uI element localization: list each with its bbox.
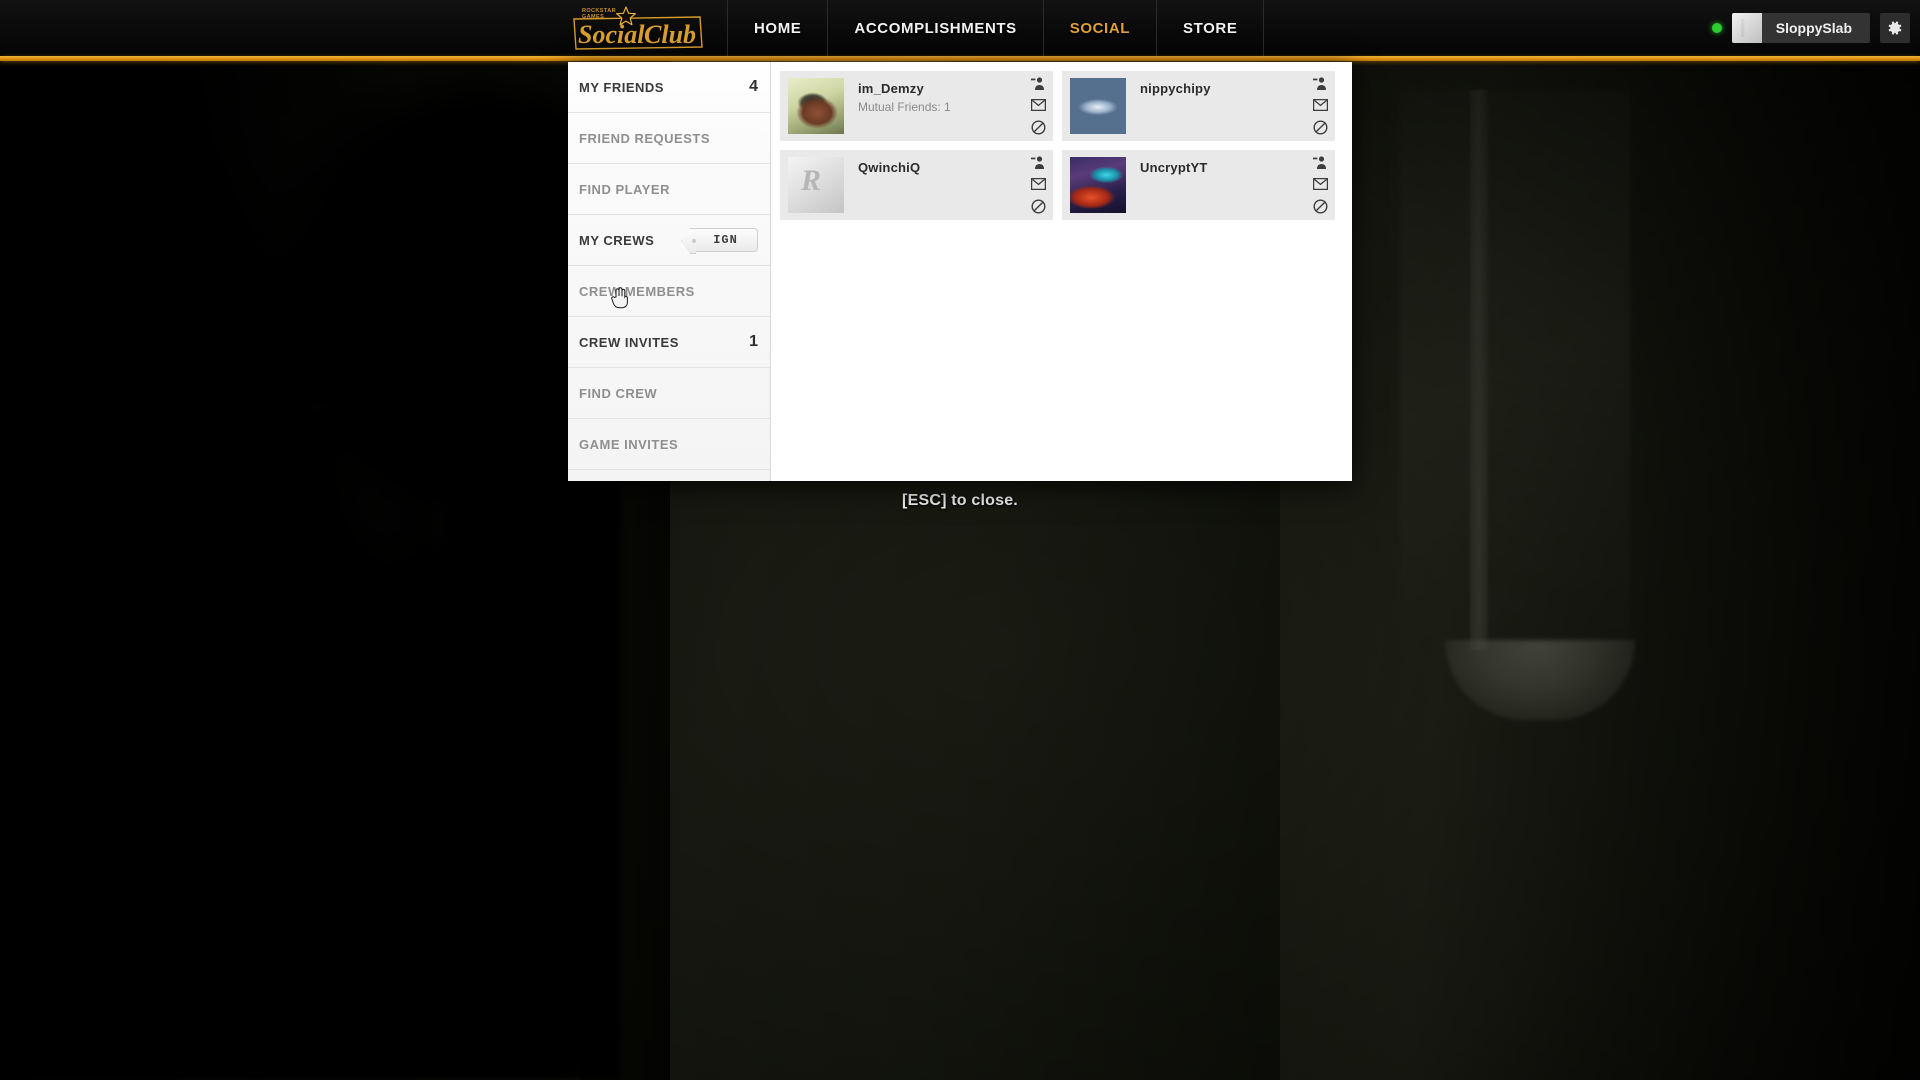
- sidebar-item-count: 1: [749, 333, 758, 350]
- sidebar-item-label: FRIEND REQUESTS: [579, 130, 711, 146]
- friend-card[interactable]: im_Demzy Mutual Friends: 1: [780, 71, 1053, 141]
- sidebar-item-label: MY CREWS: [579, 232, 655, 248]
- friends-list: im_Demzy Mutual Friends: 1 nippychipy R …: [771, 62, 1352, 481]
- message-icon[interactable]: [1311, 176, 1330, 192]
- crew-tag-ign[interactable]: IGN: [690, 228, 758, 252]
- nav-item-accomplishments[interactable]: ACCOMPLISHMENTS: [827, 0, 1042, 56]
- friend-avatar: [788, 78, 844, 134]
- user-area: SloppySlab: [1711, 0, 1910, 56]
- sidebar-item-label: CREW MEMBERS: [579, 283, 695, 299]
- nav-item-social[interactable]: SOCIAL: [1042, 0, 1156, 56]
- friend-avatar: [1070, 157, 1126, 213]
- settings-button[interactable]: [1880, 13, 1910, 43]
- message-icon[interactable]: [1029, 176, 1048, 192]
- friend-actions: [1305, 71, 1335, 141]
- message-icon[interactable]: [1311, 97, 1330, 113]
- online-status-dot: [1711, 23, 1722, 33]
- esc-to-close-hint: [ESC] to close.: [902, 492, 1018, 509]
- remove-friend-icon[interactable]: [1029, 75, 1048, 91]
- friend-actions: [1023, 150, 1053, 220]
- block-icon[interactable]: [1029, 198, 1048, 214]
- friend-card[interactable]: nippychipy: [1062, 71, 1335, 141]
- friend-avatar: [788, 157, 844, 213]
- friend-avatar: [1070, 78, 1126, 134]
- friend-actions: [1023, 71, 1053, 141]
- sidebar-item-find-player[interactable]: FIND PLAYER: [568, 164, 770, 215]
- nav-label: STORE: [1183, 19, 1238, 37]
- header-accent-line: [0, 56, 1920, 61]
- remove-friend-icon[interactable]: [1311, 75, 1330, 91]
- username-label: SloppySlab: [1775, 20, 1852, 36]
- sidebar-item-friend-requests[interactable]: FRIEND REQUESTS: [568, 113, 770, 164]
- nav-item-home[interactable]: HOME: [727, 0, 827, 56]
- social-sidebar: MY FRIENDS 4 FRIEND REQUESTS FIND PLAYER…: [568, 62, 771, 481]
- friend-name: im_Demzy: [858, 81, 924, 96]
- sidebar-item-label: FIND CREW: [579, 385, 658, 401]
- user-profile-button[interactable]: SloppySlab: [1731, 13, 1870, 43]
- top-navigation-bar: ROCKSTAR GAMES Social Club HOME ACCOMPLI…: [0, 0, 1920, 56]
- sidebar-item-count: 4: [749, 78, 758, 95]
- remove-friend-icon[interactable]: [1029, 154, 1048, 170]
- friend-actions: [1305, 150, 1335, 220]
- block-icon[interactable]: [1311, 119, 1330, 135]
- friend-info: UncryptYT: [1126, 150, 1305, 220]
- social-overlay-panel: MY FRIENDS 4 FRIEND REQUESTS FIND PLAYER…: [568, 62, 1352, 481]
- sidebar-item-my-crews[interactable]: MY CREWS IGN: [568, 215, 770, 266]
- friend-info: im_Demzy Mutual Friends: 1: [844, 71, 1023, 141]
- remove-friend-icon[interactable]: [1311, 154, 1330, 170]
- sidebar-item-label: FIND PLAYER: [579, 181, 670, 197]
- nav-item-store[interactable]: STORE: [1156, 0, 1265, 56]
- social-club-logo[interactable]: ROCKSTAR GAMES Social Club: [566, 3, 708, 53]
- nav-label: HOME: [754, 19, 802, 37]
- sidebar-item-crew-invites[interactable]: CREW INVITES 1: [568, 317, 770, 368]
- friend-info: QwinchiQ: [844, 150, 1023, 220]
- message-icon[interactable]: [1029, 97, 1048, 113]
- friend-name: QwinchiQ: [858, 160, 921, 175]
- avatar: [1731, 13, 1762, 43]
- friend-mutual-friends: Mutual Friends: 1: [858, 100, 951, 114]
- sidebar-item-game-invites[interactable]: GAME INVITES: [568, 419, 770, 470]
- sidebar-item-crew-members[interactable]: CREW MEMBERS: [568, 266, 770, 317]
- friend-info: nippychipy: [1126, 71, 1305, 141]
- main-navigation: HOME ACCOMPLISHMENTS SOCIAL STORE: [727, 0, 1265, 56]
- sidebar-item-label: GAME INVITES: [579, 436, 679, 452]
- block-icon[interactable]: [1029, 119, 1048, 135]
- sidebar-item-label: CREW INVITES: [579, 334, 679, 350]
- friend-card[interactable]: QwinchiQ: [780, 150, 1053, 220]
- friend-card[interactable]: UncryptYT: [1062, 150, 1335, 220]
- svg-text:Social: Social: [578, 20, 645, 49]
- friend-name: UncryptYT: [1140, 160, 1208, 175]
- nav-label: ACCOMPLISHMENTS: [854, 19, 1017, 37]
- sidebar-item-label: MY FRIENDS: [579, 79, 664, 95]
- sidebar-item-find-crew[interactable]: FIND CREW: [568, 368, 770, 419]
- gear-icon: [1888, 21, 1902, 35]
- friend-name: nippychipy: [1140, 81, 1211, 96]
- block-icon[interactable]: [1311, 198, 1330, 214]
- sidebar-item-my-friends[interactable]: MY FRIENDS 4: [568, 62, 770, 113]
- svg-text:Club: Club: [644, 20, 696, 49]
- nav-label: SOCIAL: [1069, 19, 1131, 37]
